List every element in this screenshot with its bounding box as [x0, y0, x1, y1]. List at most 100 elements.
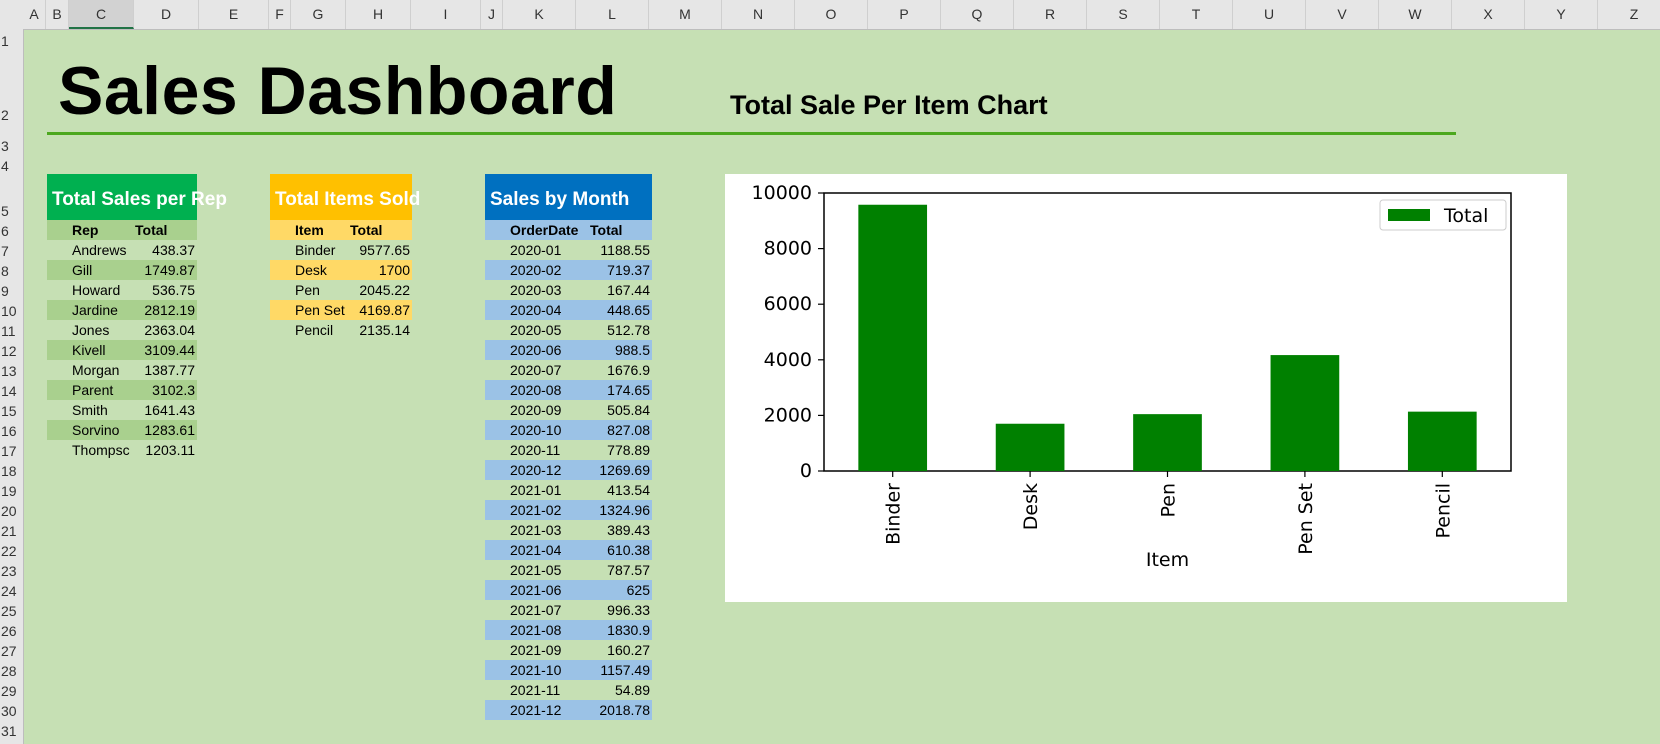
table-row[interactable]: 2021-07 996.33: [485, 600, 652, 620]
table-row[interactable]: Morgan 1387.77: [47, 360, 197, 380]
row-header-19[interactable]: 19: [0, 483, 23, 499]
table-row[interactable]: 2021-01 413.54: [485, 480, 652, 500]
row-header-26[interactable]: 26: [0, 623, 23, 639]
column-header-m[interactable]: M: [649, 0, 722, 29]
table-row[interactable]: Parent 3102.3: [47, 380, 197, 400]
row-header-8[interactable]: 8: [0, 263, 23, 279]
column-header-p[interactable]: P: [868, 0, 941, 29]
column-header-b[interactable]: B: [46, 0, 69, 29]
row-header-29[interactable]: 29: [0, 683, 23, 699]
table-row[interactable]: 2020-08 174.65: [485, 380, 652, 400]
row-header-30[interactable]: 30: [0, 703, 23, 719]
table-row[interactable]: 2021-06 625: [485, 580, 652, 600]
column-header-c[interactable]: C: [69, 0, 134, 29]
row-header-3[interactable]: 3: [0, 138, 23, 154]
row-header-5[interactable]: 5: [0, 203, 23, 219]
table-row[interactable]: 2021-10 1157.49: [485, 660, 652, 680]
column-header-t[interactable]: T: [1160, 0, 1233, 29]
table-row[interactable]: 2020-02 719.37: [485, 260, 652, 280]
column-header-j[interactable]: J: [481, 0, 503, 29]
row-total: 2045.22: [359, 282, 410, 298]
row-header-23[interactable]: 23: [0, 563, 23, 579]
row-header-10[interactable]: 10: [0, 303, 23, 319]
table-row[interactable]: Andrews 438.37: [47, 240, 197, 260]
column-header-n[interactable]: N: [722, 0, 795, 29]
row-header-28[interactable]: 28: [0, 663, 23, 679]
column-header-v[interactable]: V: [1306, 0, 1379, 29]
table-row[interactable]: 2020-11 778.89: [485, 440, 652, 460]
table-row[interactable]: 2021-11 54.89: [485, 680, 652, 700]
row-header-31[interactable]: 31: [0, 723, 23, 739]
table-row[interactable]: 2021-02 1324.96: [485, 500, 652, 520]
row-header-1[interactable]: 1: [0, 33, 23, 49]
column-header-o[interactable]: O: [795, 0, 868, 29]
row-header-9[interactable]: 9: [0, 283, 23, 299]
table-row[interactable]: 2021-03 389.43: [485, 520, 652, 540]
row-header-12[interactable]: 12: [0, 343, 23, 359]
table-row[interactable]: 2020-09 505.84: [485, 400, 652, 420]
table-row[interactable]: 2020-03 167.44: [485, 280, 652, 300]
table-row[interactable]: Jones 2363.04: [47, 320, 197, 340]
table-row[interactable]: 2020-10 827.08: [485, 420, 652, 440]
row-header-22[interactable]: 22: [0, 543, 23, 559]
table-row[interactable]: 2021-08 1830.9: [485, 620, 652, 640]
column-header-k[interactable]: K: [503, 0, 576, 29]
column-header-f[interactable]: F: [269, 0, 291, 29]
table-row[interactable]: Kivell 3109.44: [47, 340, 197, 360]
chart-container[interactable]: 0 2000 4000 6000 8000 10000 Binder Desk Pen Pen S…: [725, 174, 1567, 602]
table-row[interactable]: 2020-05 512.78: [485, 320, 652, 340]
table-row[interactable]: Pencil 2135.14: [270, 320, 412, 340]
row-header-27[interactable]: 27: [0, 643, 23, 659]
table-row[interactable]: Jardine 2812.19: [47, 300, 197, 320]
row-header-14[interactable]: 14: [0, 383, 23, 399]
row-header-4[interactable]: 4: [0, 158, 23, 174]
row-header-15[interactable]: 15: [0, 403, 23, 419]
column-header-i[interactable]: I: [411, 0, 481, 29]
row-header-2[interactable]: 2: [0, 107, 23, 123]
column-header-y[interactable]: Y: [1525, 0, 1598, 29]
table-row[interactable]: Pen 2045.22: [270, 280, 412, 300]
table-row[interactable]: 2021-12 2018.78: [485, 700, 652, 720]
column-header-q[interactable]: Q: [941, 0, 1014, 29]
row-header-13[interactable]: 13: [0, 363, 23, 379]
table-row[interactable]: Desk 1700: [270, 260, 412, 280]
table-row[interactable]: 2020-04 448.65: [485, 300, 652, 320]
row-header-18[interactable]: 18: [0, 463, 23, 479]
row-header-21[interactable]: 21: [0, 523, 23, 539]
row-header-6[interactable]: 6: [0, 223, 23, 239]
column-header-w[interactable]: W: [1379, 0, 1452, 29]
table-row[interactable]: Thompsc 1203.11: [47, 440, 197, 460]
column-header-x[interactable]: X: [1452, 0, 1525, 29]
column-header-h[interactable]: H: [346, 0, 411, 29]
table-row[interactable]: 2020-07 1676.9: [485, 360, 652, 380]
table-row[interactable]: 2021-04 610.38: [485, 540, 652, 560]
row-header-7[interactable]: 7: [0, 243, 23, 259]
table-row[interactable]: 2020-12 1269.69: [485, 460, 652, 480]
column-header-s[interactable]: S: [1087, 0, 1160, 29]
table-row[interactable]: Howard 536.75: [47, 280, 197, 300]
column-header-l[interactable]: L: [576, 0, 649, 29]
column-header-r[interactable]: R: [1014, 0, 1087, 29]
row-header-11[interactable]: 11: [0, 323, 23, 339]
table-row[interactable]: 2021-09 160.27: [485, 640, 652, 660]
table-row[interactable]: 2020-01 1188.55: [485, 240, 652, 260]
row-header-16[interactable]: 16: [0, 423, 23, 439]
row-header-25[interactable]: 25: [0, 603, 23, 619]
column-header-a[interactable]: A: [23, 0, 46, 29]
column-header-e[interactable]: E: [199, 0, 269, 29]
table-row[interactable]: 2020-06 988.5: [485, 340, 652, 360]
column-header-z[interactable]: Z: [1598, 0, 1660, 29]
table-row[interactable]: Pen Set 4169.87: [270, 300, 412, 320]
row-header-17[interactable]: 17: [0, 443, 23, 459]
table-row[interactable]: Binder 9577.65: [270, 240, 412, 260]
row-header-24[interactable]: 24: [0, 583, 23, 599]
column-header-g[interactable]: G: [291, 0, 346, 29]
column-header-u[interactable]: U: [1233, 0, 1306, 29]
column-headers: ABCDEFGHIJKLMNOPQRSTUVWXYZ: [0, 0, 1660, 30]
table-row[interactable]: Gill 1749.87: [47, 260, 197, 280]
table-row[interactable]: Sorvino 1283.61: [47, 420, 197, 440]
table-row[interactable]: Smith 1641.43: [47, 400, 197, 420]
row-header-20[interactable]: 20: [0, 503, 23, 519]
table-row[interactable]: 2021-05 787.57: [485, 560, 652, 580]
column-header-d[interactable]: D: [134, 0, 199, 29]
